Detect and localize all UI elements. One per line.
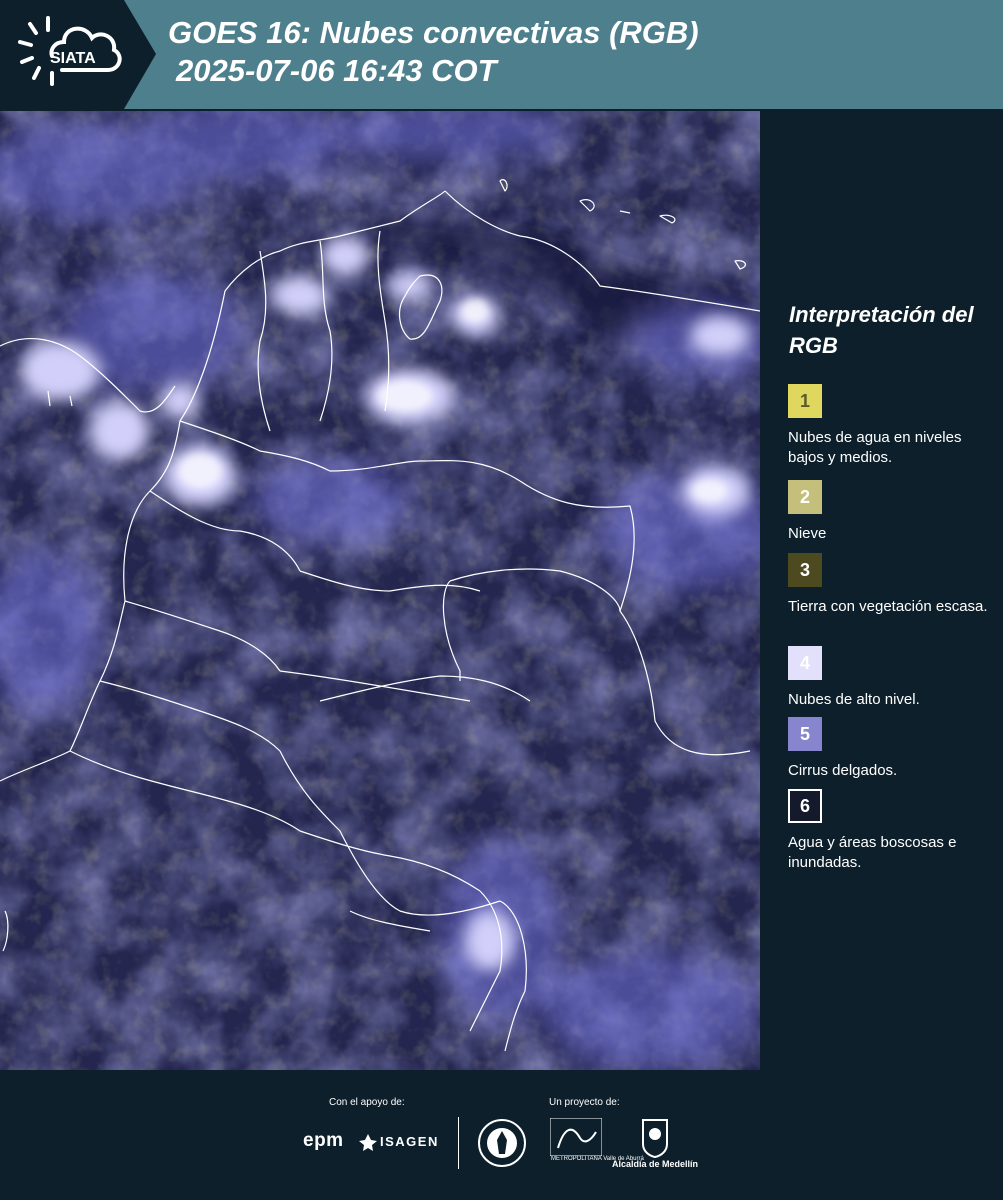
area-metropolitana-logo — [550, 1118, 602, 1156]
legend-label-6: Agua y áreas boscosas e inundadas. — [788, 834, 957, 871]
legend-item-3: 3 Tierra con vegetación escasa. — [788, 553, 998, 617]
legend-swatch-3: 3 — [788, 553, 822, 587]
legend-label-3: Tierra con vegetación escasa. — [788, 598, 988, 615]
legend-swatch-5: 5 — [788, 717, 822, 751]
legend-item-6: 6 Agua y áreas boscosas e inundadas. — [788, 789, 998, 873]
alcaldia-text: Alcaldía de Medellín — [612, 1159, 699, 1169]
legend-swatch-4: 4 — [788, 646, 822, 680]
title-line-1: GOES 16: Nubes convectivas (RGB) — [168, 15, 699, 50]
medellin-seal-icon — [478, 1119, 526, 1167]
legend-item-4: 4 Nubes de alto nivel. — [788, 646, 998, 710]
legend-swatch-1: 1 — [788, 384, 822, 418]
project-label: Un proyecto de: — [549, 1097, 620, 1108]
area-metropolitana-text: METROPOLITANA Valle de Aburrá — [551, 1156, 644, 1162]
satellite-map[interactable] — [0, 111, 760, 1070]
legend-item-1: 1 Nubes de agua en niveles bajos y medio… — [788, 384, 998, 468]
isagen-text: ISAGEN — [380, 1134, 439, 1149]
page-title: GOES 16: Nubes convectivas (RGB) 2025-07… — [168, 14, 699, 90]
footer-divider — [458, 1117, 459, 1169]
legend-item-5: 5 Cirrus delgados. — [788, 717, 998, 781]
alcaldia-shield-icon — [642, 1119, 668, 1158]
epm-logo: epm — [303, 1130, 344, 1151]
legend-title: Interpretación del RGB — [789, 302, 974, 358]
legend-label-1: Nubes de agua en niveles bajos y medios. — [788, 429, 962, 466]
siata-logo: SIATA — [0, 0, 156, 109]
legend-swatch-2: 2 — [788, 480, 822, 514]
title-line-2: 2025-07-06 16:43 COT — [176, 53, 497, 88]
svg-text:SIATA: SIATA — [50, 50, 96, 67]
legend-label-2: Nieve — [788, 525, 827, 542]
legend-swatch-6: 6 — [788, 789, 822, 823]
legend-item-2: 2 Nieve — [788, 480, 998, 544]
footer: Con el apoyo de: Un proyecto de: epm ISA… — [0, 1070, 1003, 1200]
legend-label-5: Cirrus delgados. — [788, 762, 898, 779]
legend-panel: Interpretación del RGB 1 Nubes de agua e… — [760, 111, 1003, 1070]
legend-label-4: Nubes de alto nivel. — [788, 691, 920, 708]
support-label: Con el apoyo de: — [329, 1097, 405, 1108]
isagen-icon — [359, 1134, 377, 1151]
header-bar: SIATA GOES 16: Nubes convectivas (RGB) 2… — [0, 0, 1003, 109]
